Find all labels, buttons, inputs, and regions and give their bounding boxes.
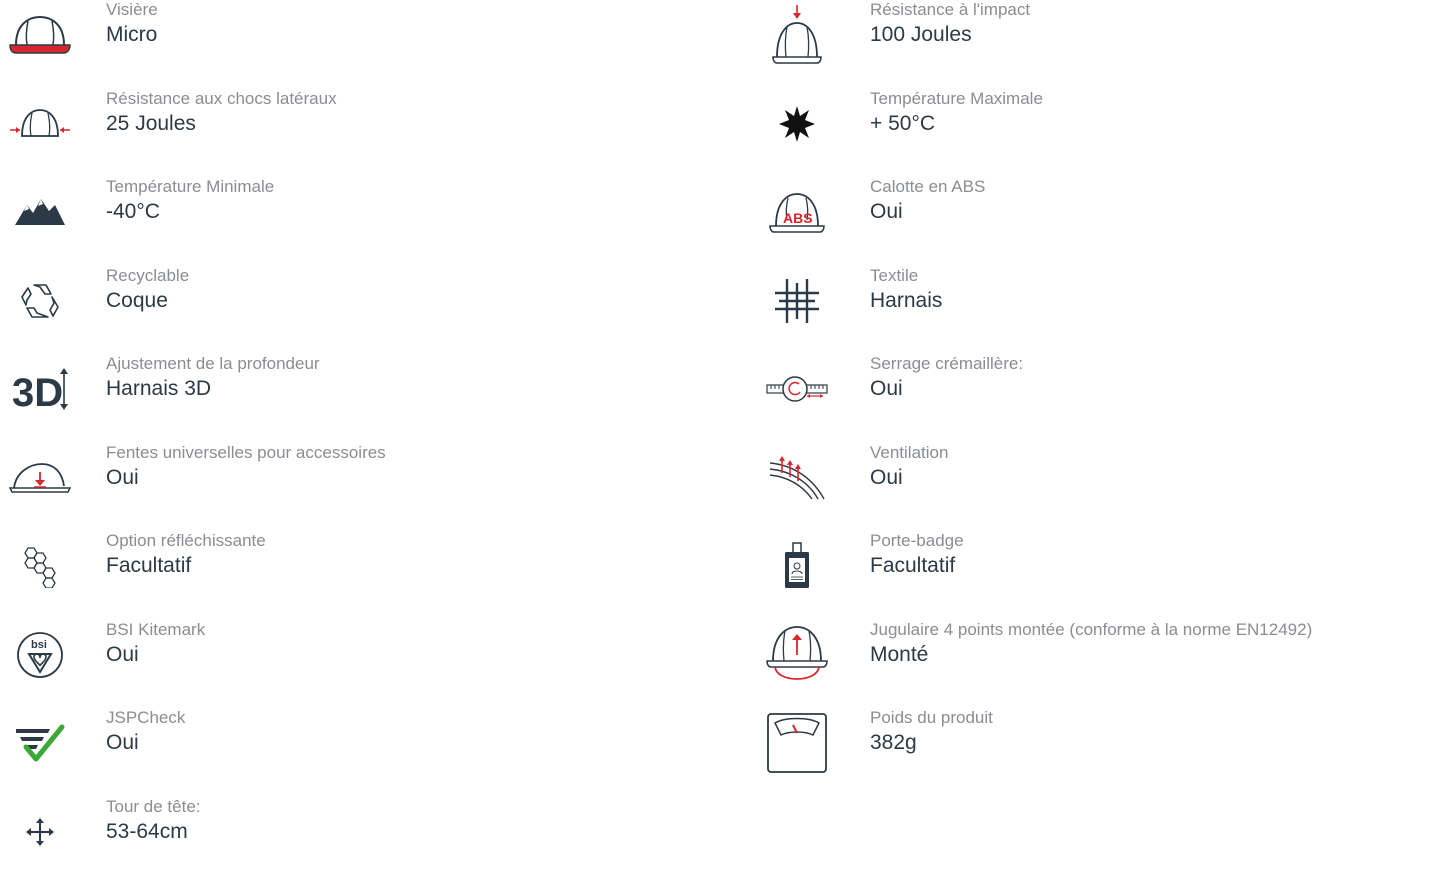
spec-value: Oui	[870, 199, 903, 225]
spec-value: 25 Joules	[106, 111, 196, 137]
svg-text:3D: 3D	[12, 371, 63, 412]
spec-item: Serrage crémaillère: Oui	[757, 354, 1442, 443]
bsi-kitemark-icon: bsi	[0, 620, 80, 690]
spec-label: Textile	[870, 266, 918, 286]
helmet-visor-icon	[0, 0, 80, 70]
scale-icon	[757, 708, 837, 778]
spec-value: Oui	[870, 465, 903, 491]
spec-value: + 50°C	[870, 111, 935, 137]
hexagon-reflective-icon	[0, 531, 80, 601]
spec-value: Micro	[106, 22, 157, 48]
spec-item: bsi BSI Kitemark Oui	[0, 620, 720, 709]
spec-label: JSPCheck	[106, 708, 185, 728]
spec-item: JSPCheck Oui	[0, 708, 720, 797]
spec-value: Facultatif	[870, 553, 955, 579]
spec-item: Textile Harnais	[757, 266, 1442, 355]
spec-item: Ventilation Oui	[757, 443, 1442, 532]
spec-item: Jugulaire 4 points montée (conforme à la…	[757, 620, 1442, 709]
recycle-icon	[0, 266, 80, 336]
spec-column-right: Résistance à l'impact 100 Joules Tempéra…	[757, 0, 1442, 797]
jspcheck-icon	[0, 708, 80, 778]
lateral-impact-icon	[0, 89, 80, 159]
spec-label: Résistance aux chocs latéraux	[106, 89, 337, 109]
spec-item: ABS Calotte en ABS Oui	[757, 177, 1442, 266]
spec-label: Visière	[106, 0, 158, 20]
abs-text: ABS	[783, 210, 813, 226]
spec-value: Oui	[870, 376, 903, 402]
spec-item: Température Minimale -40°C	[0, 177, 720, 266]
spec-item: Poids du produit 382g	[757, 708, 1442, 797]
spec-item: Tour de tête: 53-64cm	[0, 797, 720, 885]
spec-value: -40°C	[106, 199, 160, 225]
spec-value: Coque	[106, 288, 168, 314]
spec-item: Température Maximale + 50°C	[757, 89, 1442, 178]
spec-label: Poids du produit	[870, 708, 993, 728]
spec-label: Fentes universelles pour accessoires	[106, 443, 386, 463]
sun-icon	[757, 89, 837, 159]
spec-label: BSI Kitemark	[106, 620, 205, 640]
ratchet-icon	[757, 354, 837, 424]
ventilation-icon	[757, 443, 837, 513]
spec-label: Résistance à l'impact	[870, 0, 1030, 20]
spec-value: Harnais 3D	[106, 376, 211, 402]
move-arrows-icon	[0, 797, 80, 867]
spec-value: Facultatif	[106, 553, 191, 579]
spec-value: Oui	[106, 465, 139, 491]
spec-label: Tour de tête:	[106, 797, 201, 817]
spec-label: Porte-badge	[870, 531, 964, 551]
spec-label: Jugulaire 4 points montée (conforme à la…	[870, 620, 1312, 640]
spec-value: 100 Joules	[870, 22, 972, 48]
spec-label: Ajustement de la profondeur	[106, 354, 320, 374]
spec-value: 53-64cm	[106, 819, 188, 845]
spec-label: Température Minimale	[106, 177, 274, 197]
spec-label: Option réfléchissante	[106, 531, 266, 551]
spec-column-left: Visière Micro Résistance aux chocs latér…	[0, 0, 720, 885]
3d-depth-icon: 3D	[0, 354, 80, 424]
spec-value: Oui	[106, 642, 139, 668]
spec-value: 382g	[870, 730, 917, 756]
spec-item: Fentes universelles pour accessoires Oui	[0, 443, 720, 532]
spec-value: Monté	[870, 642, 928, 668]
top-impact-icon	[757, 0, 837, 70]
badge-holder-icon	[757, 531, 837, 601]
spec-item: Recyclable Coque	[0, 266, 720, 355]
spec-item: 3D Ajustement de la profondeur Harnais 3…	[0, 354, 720, 443]
spec-value: Harnais	[870, 288, 942, 314]
spec-item: Résistance à l'impact 100 Joules	[757, 0, 1442, 89]
spec-item: Résistance aux chocs latéraux 25 Joules	[0, 89, 720, 178]
spec-item: Visière Micro	[0, 0, 720, 89]
spec-item: Porte-badge Facultatif	[757, 531, 1442, 620]
spec-item: Option réfléchissante Facultatif	[0, 531, 720, 620]
spec-value: Oui	[106, 730, 139, 756]
spec-label: Serrage crémaillère:	[870, 354, 1023, 374]
accessory-slot-icon	[0, 443, 80, 513]
spec-label: Calotte en ABS	[870, 177, 985, 197]
spec-label: Recyclable	[106, 266, 189, 286]
spec-label: Température Maximale	[870, 89, 1043, 109]
abs-shell-icon: ABS	[757, 177, 837, 247]
spec-label: Ventilation	[870, 443, 948, 463]
bsi-text: bsi	[31, 639, 47, 651]
textile-icon	[757, 266, 837, 336]
mountains-icon	[0, 177, 80, 247]
chinstrap-icon	[757, 620, 837, 690]
